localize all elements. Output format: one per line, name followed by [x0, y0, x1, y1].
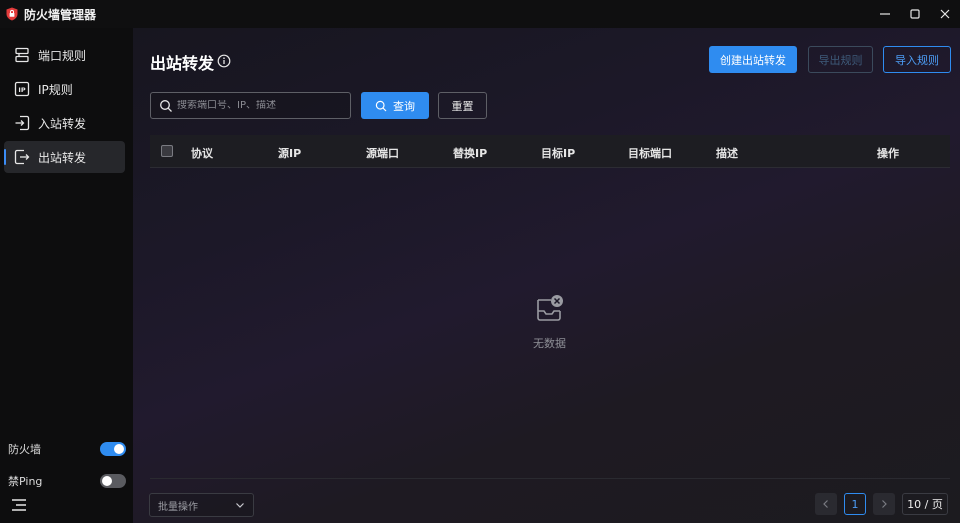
- batch-actions-select[interactable]: 批量操作: [149, 493, 254, 517]
- sidebar: 端口规则 IP IP规则 入站转发 出站转发 防火墙 禁Ping: [0, 28, 133, 523]
- outbound-icon: [14, 149, 30, 165]
- prev-page-button[interactable]: [815, 493, 837, 515]
- chevron-down-icon: [236, 503, 244, 508]
- select-all-checkbox[interactable]: [161, 145, 173, 157]
- page-size-select[interactable]: 10 / 页: [902, 493, 948, 515]
- reset-button[interactable]: 重置: [438, 92, 487, 119]
- sidebar-item-ip-rules[interactable]: IP IP规则: [4, 73, 125, 105]
- sidebar-item-label: 出站转发: [38, 150, 87, 165]
- page-number-button[interactable]: 1: [844, 493, 866, 515]
- svg-text:IP: IP: [18, 86, 25, 94]
- app-title: 防火墙管理器: [24, 7, 97, 22]
- sidebar-item-label: IP规则: [38, 82, 73, 97]
- firewall-toggle[interactable]: [100, 442, 126, 456]
- next-page-button[interactable]: [873, 493, 895, 515]
- table-header: 协议 源IP 源端口 替换IP 目标IP 目标端口 描述 操作: [150, 135, 950, 168]
- column-header-description[interactable]: 描述: [716, 145, 738, 161]
- close-button[interactable]: [930, 0, 960, 28]
- footer-divider: [150, 478, 950, 479]
- port-rules-icon: [14, 47, 30, 63]
- column-header-actions: 操作: [877, 147, 899, 160]
- firewall-toggle-row: 防火墙: [8, 439, 126, 459]
- shield-icon: [6, 7, 18, 21]
- search-icon: [160, 99, 172, 112]
- column-header-target-ip[interactable]: 目标IP: [541, 145, 575, 161]
- ip-icon: IP: [14, 81, 30, 97]
- column-header-target-port[interactable]: 目标端口: [628, 145, 672, 161]
- info-icon[interactable]: [217, 54, 231, 68]
- block-ping-toggle[interactable]: [100, 474, 126, 488]
- query-button[interactable]: 查询: [361, 92, 429, 119]
- firewall-toggle-label: 防火墙: [8, 443, 41, 456]
- main-content: 出站转发 创建出站转发 导出规则 导入规则 查询 重置 协议 源IP 源端口 替…: [133, 28, 960, 523]
- search-box: [150, 92, 351, 119]
- import-rules-button[interactable]: 导入规则: [883, 46, 951, 73]
- menu-icon[interactable]: [11, 498, 27, 512]
- toggle-knob: [102, 476, 112, 486]
- inbound-icon: [14, 115, 30, 131]
- sidebar-item-label: 入站转发: [38, 116, 87, 131]
- batch-actions-label: 批量操作: [158, 501, 198, 513]
- export-rules-button[interactable]: 导出规则: [808, 46, 873, 73]
- minimize-button[interactable]: [870, 0, 900, 28]
- query-button-label: 查询: [393, 99, 415, 113]
- title-bar: 防火墙管理器: [0, 0, 960, 28]
- create-outbound-forward-button[interactable]: 创建出站转发: [709, 46, 797, 73]
- block-ping-toggle-label: 禁Ping: [8, 475, 43, 488]
- toggle-knob: [114, 444, 124, 454]
- page-title: 出站转发: [150, 54, 215, 73]
- search-input[interactable]: [177, 100, 347, 111]
- empty-state-text: 无数据: [533, 337, 566, 350]
- sidebar-item-outbound[interactable]: 出站转发: [4, 141, 125, 173]
- column-header-protocol[interactable]: 协议: [191, 145, 213, 161]
- block-ping-toggle-row: 禁Ping: [8, 471, 126, 491]
- maximize-button[interactable]: [900, 0, 930, 28]
- close-icon: [940, 9, 950, 19]
- chevron-left-icon: [823, 500, 828, 508]
- column-header-replace-ip[interactable]: 替换IP: [453, 145, 487, 161]
- sidebar-item-inbound[interactable]: 入站转发: [4, 107, 125, 139]
- sidebar-item-port-rules[interactable]: 端口规则: [4, 39, 125, 71]
- window-controls: [870, 0, 960, 28]
- sidebar-item-label: 端口规则: [38, 48, 87, 63]
- minimize-icon: [880, 13, 890, 15]
- empty-inbox-icon: [537, 295, 563, 321]
- chevron-right-icon: [882, 500, 887, 508]
- column-header-source-ip[interactable]: 源IP: [278, 145, 301, 161]
- search-icon: [375, 100, 387, 111]
- maximize-icon: [910, 9, 920, 19]
- column-header-source-port[interactable]: 源端口: [366, 145, 399, 161]
